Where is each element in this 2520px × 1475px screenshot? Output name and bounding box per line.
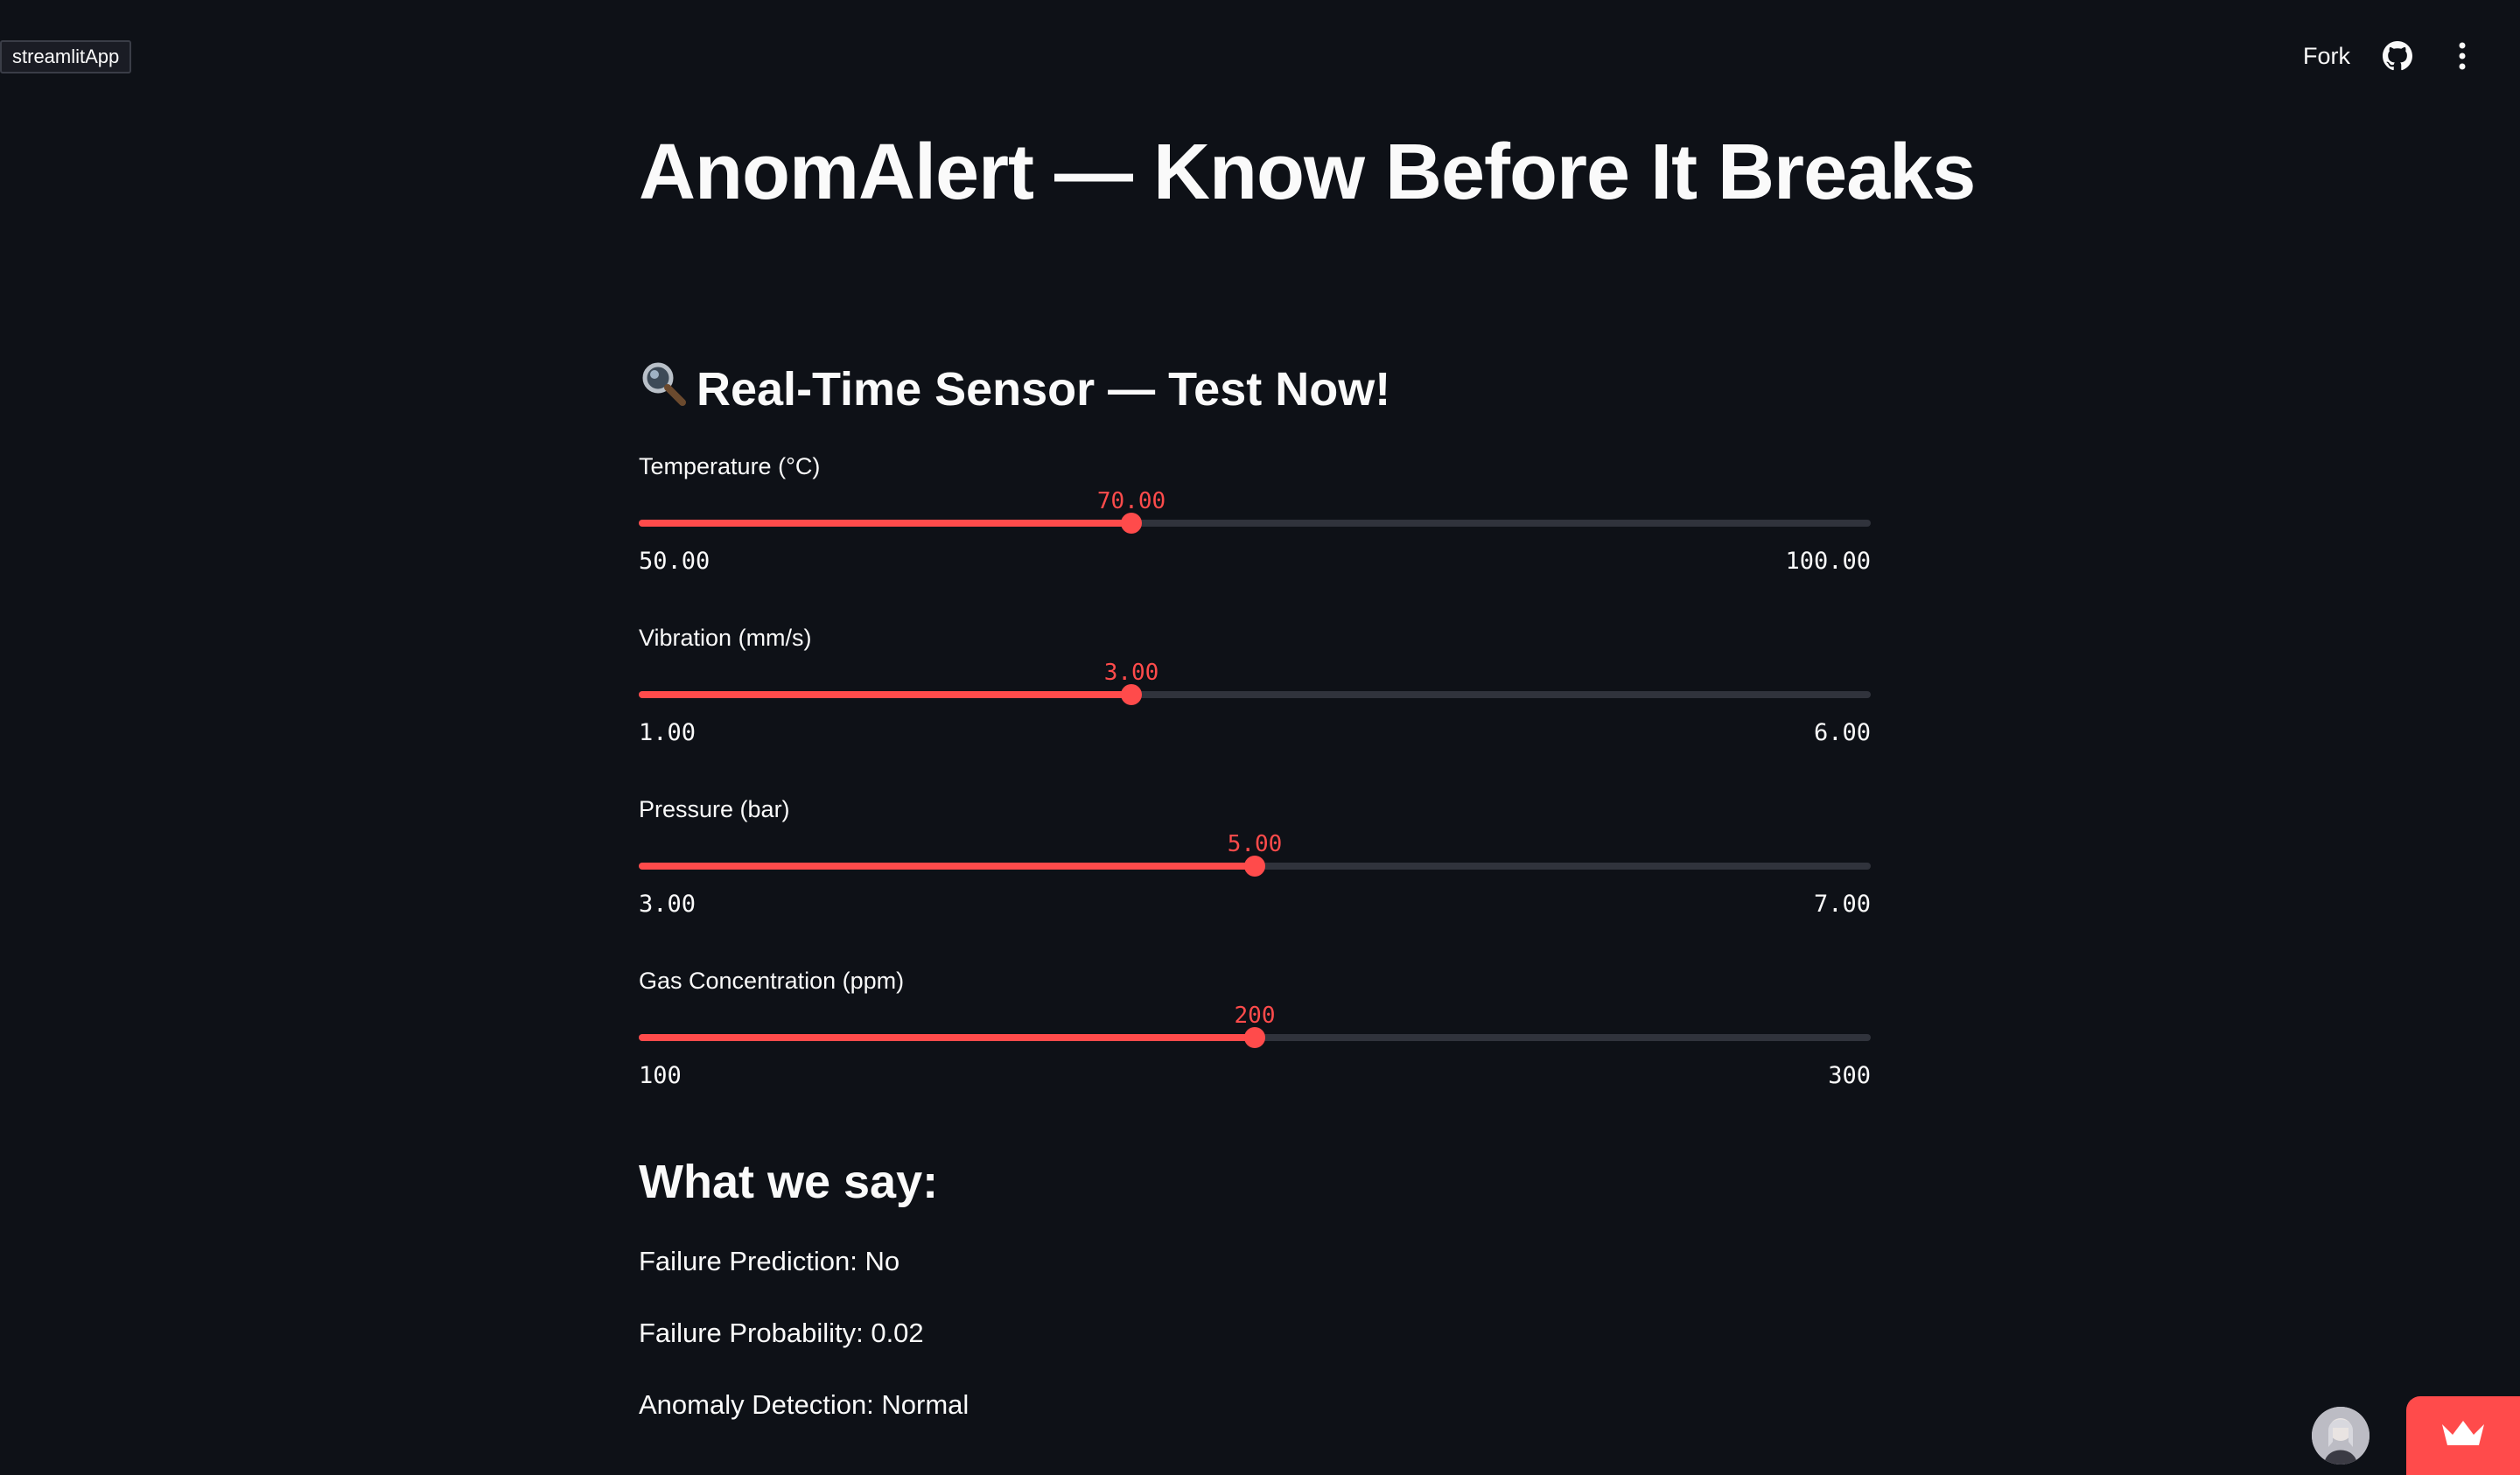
gas-concentration-slider[interactable]: Gas Concentration (ppm) 200 100 300 xyxy=(639,968,1871,1108)
streamlit-app: streamlitApp Fork AnomAlert — Know Befor… xyxy=(0,0,2520,1475)
slider-min-label: 100 xyxy=(639,1062,682,1089)
slider-current-value: 200 xyxy=(1234,1003,1276,1029)
slider-fill xyxy=(639,863,1255,870)
slider-min-label: 1.00 xyxy=(639,719,696,746)
user-avatar[interactable] xyxy=(2312,1407,2370,1465)
temperature-slider[interactable]: Temperature (°C) 70.00 50.00 100.00 xyxy=(639,453,1871,593)
streamlit-crown-badge[interactable] xyxy=(2406,1396,2520,1475)
slider-label: Vibration (mm/s) xyxy=(639,625,812,651)
slider-thumb[interactable] xyxy=(1121,684,1142,705)
slider-current-value: 70.00 xyxy=(1096,488,1166,514)
slider-max-label: 6.00 xyxy=(1813,719,1871,746)
kebab-menu-icon[interactable] xyxy=(2445,38,2480,73)
slider-thumb[interactable] xyxy=(1244,856,1265,877)
slider-label: Gas Concentration (ppm) xyxy=(639,968,905,994)
failure-prediction-text: Failure Prediction: No xyxy=(639,1246,900,1276)
app-name-tag: streamlitApp xyxy=(0,40,132,73)
slider-track[interactable] xyxy=(639,691,1871,698)
slider-thumb[interactable] xyxy=(1121,513,1142,534)
slider-fill xyxy=(639,691,1131,698)
anomaly-detection-text: Anomaly Detection: Normal xyxy=(639,1389,970,1420)
github-icon[interactable] xyxy=(2380,38,2415,73)
slider-max-label: 7.00 xyxy=(1813,891,1871,918)
slider-max-label: 100.00 xyxy=(1785,548,1871,575)
slider-min-label: 50.00 xyxy=(639,548,710,575)
slider-min-label: 3.00 xyxy=(639,891,696,918)
top-toolbar: Fork xyxy=(2303,31,2480,80)
slider-current-value: 5.00 xyxy=(1227,831,1283,857)
results-heading: What we say: xyxy=(639,1156,939,1208)
fork-button[interactable]: Fork xyxy=(2303,43,2350,70)
page-title: AnomAlert — Know Before It Breaks xyxy=(639,129,1976,216)
slider-fill xyxy=(639,520,1131,527)
crown-icon xyxy=(2440,1419,2486,1453)
pressure-slider[interactable]: Pressure (bar) 5.00 3.00 7.00 xyxy=(639,796,1871,936)
slider-thumb[interactable] xyxy=(1244,1027,1265,1048)
vibration-slider[interactable]: Vibration (mm/s) 3.00 1.00 6.00 xyxy=(639,625,1871,765)
slider-max-label: 300 xyxy=(1828,1062,1871,1089)
slider-label: Temperature (°C) xyxy=(639,453,821,479)
slider-track[interactable] xyxy=(639,520,1871,527)
slider-fill xyxy=(639,1034,1255,1041)
slider-label: Pressure (bar) xyxy=(639,796,790,822)
slider-current-value: 3.00 xyxy=(1103,660,1159,686)
section-title: Real-Time Sensor — Test Now! xyxy=(639,359,1390,419)
failure-probability-text: Failure Probability: 0.02 xyxy=(639,1318,924,1348)
magnifier-icon xyxy=(639,359,688,419)
section-title-text: Real-Time Sensor — Test Now! xyxy=(696,362,1391,416)
